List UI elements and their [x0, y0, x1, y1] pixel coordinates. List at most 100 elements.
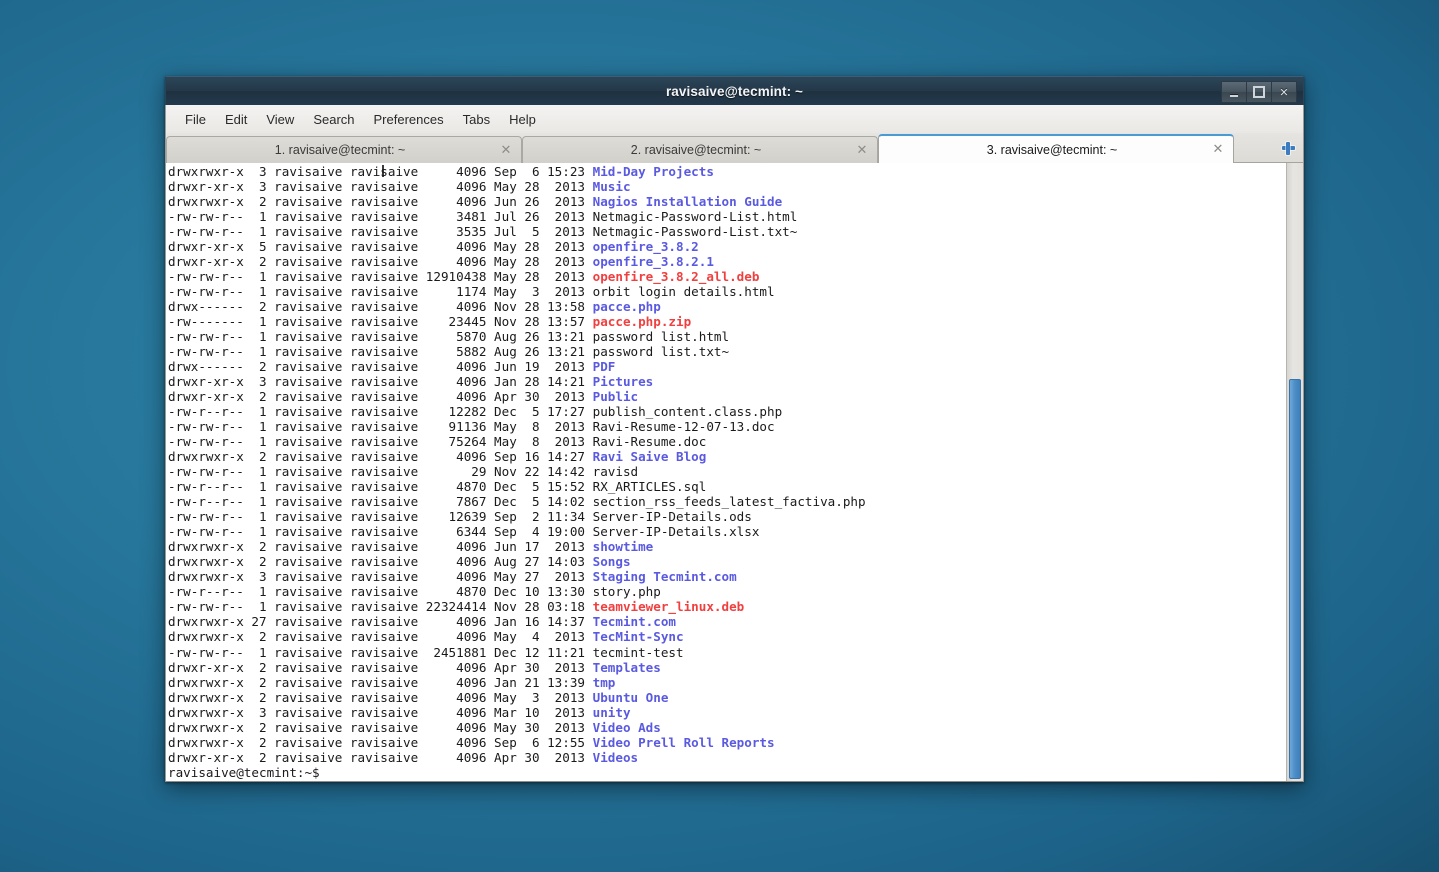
file-metadata: drwxrwxr-x 27 ravisaive ravisaive 4096 J…	[168, 614, 593, 629]
file-name: ravisd	[593, 464, 639, 479]
file-metadata: drwxrwxr-x 2 ravisaive ravisaive 4096 Ja…	[168, 675, 593, 690]
tab-2-close-icon[interactable]: ✕	[855, 143, 869, 157]
terminal-line: drwxrwxr-x 3 ravisaive ravisaive 4096 Se…	[168, 164, 1286, 179]
file-metadata: drwxrwxr-x 2 ravisaive ravisaive 4096 Ju…	[168, 194, 593, 209]
file-metadata: drwxrwxr-x 3 ravisaive ravisaive 4096 Ma…	[168, 705, 593, 720]
terminal-line: drwxr-xr-x 3 ravisaive ravisaive 4096 Ma…	[168, 179, 1286, 194]
file-metadata: drwxr-xr-x 3 ravisaive ravisaive 4096 Ja…	[168, 374, 593, 389]
file-name: Video Prell Roll Reports	[593, 735, 775, 750]
terminal-line: drwxr-xr-x 2 ravisaive ravisaive 4096 Ap…	[168, 389, 1286, 404]
tab-1-label: 1. ravisaive@tecmint: ~	[257, 143, 431, 157]
title-bar: ravisaive@tecmint: ~ ✕	[165, 76, 1304, 105]
file-name: RX_ARTICLES.sql	[593, 479, 707, 494]
file-name: Ubuntu One	[593, 690, 669, 705]
tab-2[interactable]: 2. ravisaive@tecmint: ~ ✕	[522, 136, 878, 163]
file-metadata: -rw------- 1 ravisaive ravisaive 23445 N…	[168, 314, 593, 329]
file-name: orbit login details.html	[593, 284, 775, 299]
file-name: tmp	[593, 675, 616, 690]
menu-item-view[interactable]: View	[257, 109, 303, 130]
tab-1[interactable]: 1. ravisaive@tecmint: ~ ✕	[166, 136, 522, 163]
file-name: Songs	[593, 554, 631, 569]
close-button[interactable]: ✕	[1271, 81, 1297, 103]
terminal-line: drwxr-xr-x 3 ravisaive ravisaive 4096 Ja…	[168, 374, 1286, 389]
file-name: openfire_3.8.2_all.deb	[593, 269, 760, 284]
file-name: Pictures	[593, 374, 654, 389]
terminal-line: -rw-rw-r-- 1 ravisaive ravisaive 91136 M…	[168, 419, 1286, 434]
terminal-line: drwx------ 2 ravisaive ravisaive 4096 Ju…	[168, 359, 1286, 374]
shell-prompt[interactable]: ravisaive@tecmint:~$	[168, 765, 1286, 780]
terminal-line: drwxrwxr-x 2 ravisaive ravisaive 4096 Ju…	[168, 194, 1286, 209]
menu-item-search[interactable]: Search	[304, 109, 363, 130]
tab-1-close-icon[interactable]: ✕	[499, 143, 513, 157]
file-metadata: -rw-rw-r-- 1 ravisaive ravisaive 1291043…	[168, 269, 593, 284]
file-metadata: -rw-rw-r-- 1 ravisaive ravisaive 75264 M…	[168, 434, 593, 449]
file-name: Staging Tecmint.com	[593, 569, 737, 584]
file-name: Server-IP-Details.ods	[593, 509, 752, 524]
terminal-line: drwxr-xr-x 2 ravisaive ravisaive 4096 Ma…	[168, 254, 1286, 269]
menu-bar: File Edit View Search Preferences Tabs H…	[165, 105, 1304, 133]
tab-3[interactable]: 3. ravisaive@tecmint: ~ ✕	[878, 134, 1234, 163]
file-name: openfire_3.8.2	[593, 239, 699, 254]
file-name: story.php	[593, 584, 661, 599]
scrollbar-thumb[interactable]	[1289, 379, 1301, 779]
terminal-line: -rw-rw-r-- 1 ravisaive ravisaive 2232441…	[168, 599, 1286, 614]
menu-item-edit[interactable]: Edit	[216, 109, 256, 130]
file-name: Public	[593, 389, 639, 404]
terminal-line: -rw-rw-r-- 1 ravisaive ravisaive 29 Nov …	[168, 464, 1286, 479]
plus-icon-v	[1286, 142, 1290, 155]
terminal-line: drwxrwxr-x 2 ravisaive ravisaive 4096 Ma…	[168, 690, 1286, 705]
file-metadata: drwxr-xr-x 5 ravisaive ravisaive 4096 Ma…	[168, 239, 593, 254]
file-metadata: -rw-rw-r-- 1 ravisaive ravisaive 2232441…	[168, 599, 593, 614]
file-metadata: drwxr-xr-x 2 ravisaive ravisaive 4096 Ap…	[168, 750, 593, 765]
file-metadata: drwxrwxr-x 2 ravisaive ravisaive 4096 Se…	[168, 735, 593, 750]
file-metadata: drwxrwxr-x 3 ravisaive ravisaive 4096 Ma…	[168, 569, 593, 584]
file-name: Videos	[593, 750, 639, 765]
terminal-output[interactable]: drwxrwxr-x 3 ravisaive ravisaive 4096 Se…	[166, 163, 1286, 781]
terminal-line: -rw-rw-r-- 1 ravisaive ravisaive 12639 S…	[168, 509, 1286, 524]
terminal-scrollbar[interactable]	[1286, 163, 1303, 781]
terminal-line: -rw-r--r-- 1 ravisaive ravisaive 7867 De…	[168, 494, 1286, 509]
file-metadata: -rw-r--r-- 1 ravisaive ravisaive 12282 D…	[168, 404, 593, 419]
file-name: Nagios Installation Guide	[593, 194, 783, 209]
new-tab-button[interactable]	[1277, 137, 1299, 159]
menu-item-preferences[interactable]: Preferences	[365, 109, 453, 130]
tab-bar: 1. ravisaive@tecmint: ~ ✕ 2. ravisaive@t…	[165, 133, 1304, 163]
file-name: PDF	[593, 359, 616, 374]
window-controls: ✕	[1221, 81, 1297, 103]
file-name: Netmagic-Password-List.txt~	[593, 224, 798, 239]
file-metadata: drwxrwxr-x 2 ravisaive ravisaive 4096 Ma…	[168, 629, 593, 644]
file-name: tecmint-test	[593, 645, 684, 660]
file-name: Ravi Saive Blog	[593, 449, 707, 464]
file-metadata: drwxr-xr-x 2 ravisaive ravisaive 4096 Ma…	[168, 254, 593, 269]
terminal-line: -rw------- 1 ravisaive ravisaive 23445 N…	[168, 314, 1286, 329]
minimize-button[interactable]	[1221, 81, 1246, 103]
file-metadata: -rw-rw-r-- 1 ravisaive ravisaive 5870 Au…	[168, 329, 593, 344]
terminal-line: -rw-rw-r-- 1 ravisaive ravisaive 5870 Au…	[168, 329, 1286, 344]
menu-item-tabs[interactable]: Tabs	[454, 109, 499, 130]
file-metadata: drwxr-xr-x 3 ravisaive ravisaive 4096 Ma…	[168, 179, 593, 194]
file-name: Tecmint.com	[593, 614, 676, 629]
file-metadata: -rw-r--r-- 1 ravisaive ravisaive 7867 De…	[168, 494, 593, 509]
file-name: pacce.php.zip	[593, 314, 692, 329]
tab-2-label: 2. ravisaive@tecmint: ~	[613, 143, 787, 157]
file-metadata: -rw-r--r-- 1 ravisaive ravisaive 4870 De…	[168, 584, 593, 599]
minimize-icon	[1230, 95, 1238, 97]
tab-3-label: 3. ravisaive@tecmint: ~	[969, 143, 1143, 157]
file-name: publish_content.class.php	[593, 404, 783, 419]
tab-3-close-icon[interactable]: ✕	[1211, 143, 1225, 157]
terminal-line: -rw-rw-r-- 1 ravisaive ravisaive 2451881…	[168, 645, 1286, 660]
terminal-line: drwxrwxr-x 2 ravisaive ravisaive 4096 Se…	[168, 735, 1286, 750]
menu-item-file[interactable]: File	[176, 109, 215, 130]
file-metadata: -rw-rw-r-- 1 ravisaive ravisaive 12639 S…	[168, 509, 593, 524]
terminal-line: -rw-rw-r-- 1 ravisaive ravisaive 75264 M…	[168, 434, 1286, 449]
terminal-line: drwxr-xr-x 2 ravisaive ravisaive 4096 Ap…	[168, 660, 1286, 675]
file-name: Video Ads	[593, 720, 661, 735]
file-name: showtime	[593, 539, 654, 554]
menu-item-help[interactable]: Help	[500, 109, 545, 130]
file-name: section_rss_feeds_latest_factiva.php	[593, 494, 866, 509]
file-metadata: -rw-rw-r-- 1 ravisaive ravisaive 91136 M…	[168, 419, 593, 434]
terminal-line: drwxrwxr-x 3 ravisaive ravisaive 4096 Ma…	[168, 705, 1286, 720]
terminal-line: drwxrwxr-x 27 ravisaive ravisaive 4096 J…	[168, 614, 1286, 629]
file-name: Netmagic-Password-List.html	[593, 209, 798, 224]
maximize-button[interactable]	[1246, 81, 1271, 103]
